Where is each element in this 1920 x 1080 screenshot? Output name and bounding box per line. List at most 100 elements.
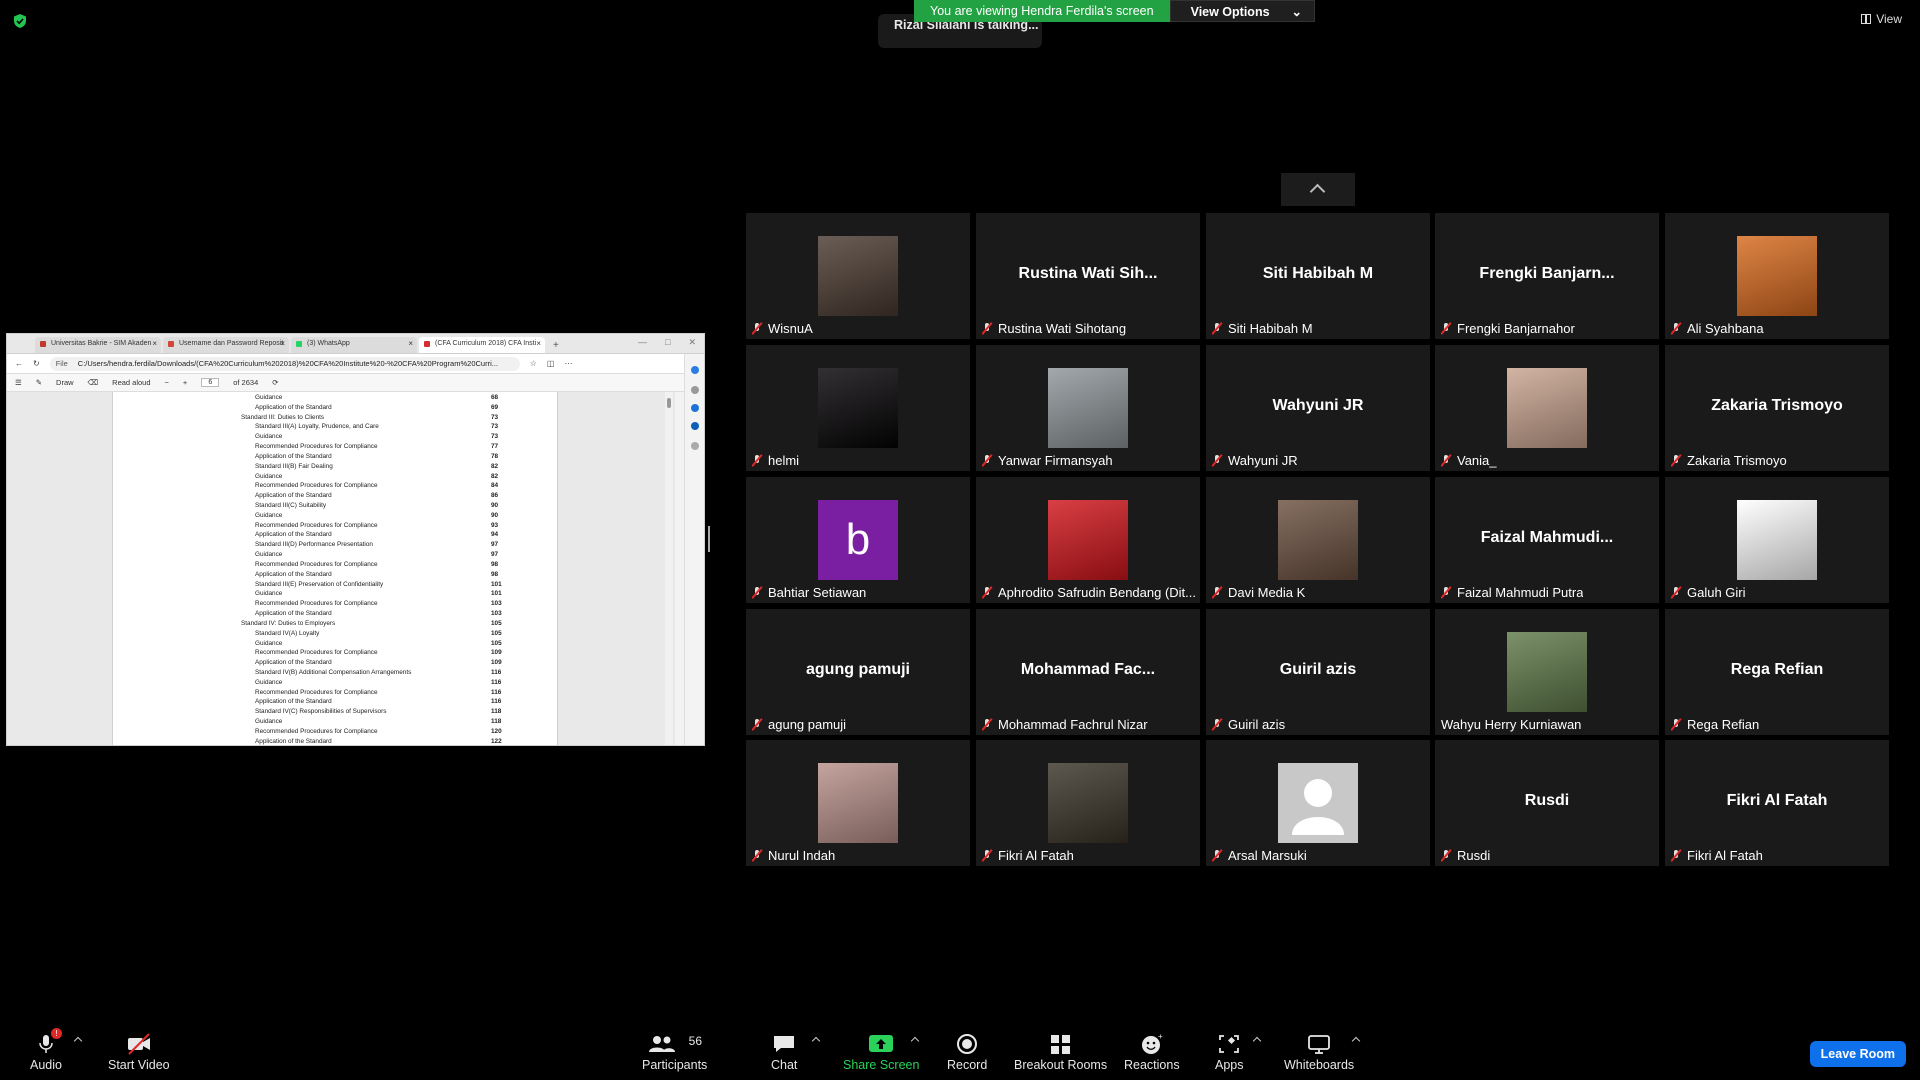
toc-entry[interactable]: Application of the Standard <box>255 404 332 412</box>
toc-entry[interactable]: Guidance <box>255 473 282 481</box>
toc-entry[interactable]: Recommended Procedures for Compliance <box>255 689 378 697</box>
leave-room-button[interactable]: Leave Room <box>1809 1041 1906 1067</box>
toc-entry[interactable]: Standard IV: Duties to Employers <box>241 620 335 628</box>
participant-tile[interactable]: Mohammad Fac... Mohammad Fachrul Nizar <box>976 609 1200 735</box>
toc-entry[interactable]: Standard IV(A) Loyalty <box>255 630 319 638</box>
share-screen-button[interactable]: Share Screen <box>843 1032 919 1072</box>
toc-entry[interactable]: Guidance <box>255 551 282 559</box>
tab-close-icon[interactable]: × <box>408 339 413 348</box>
whiteboards-button[interactable]: Whiteboards <box>1284 1032 1354 1072</box>
muted-mic-icon <box>1441 849 1451 862</box>
toc-entry[interactable]: Guidance <box>255 679 282 687</box>
browser-tab[interactable]: (3) WhatsApp × <box>291 337 417 353</box>
browser-tab[interactable]: Universitas Bakrie - SIM Akaden × <box>35 337 161 353</box>
participant-tile[interactable]: Rustina Wati Sih... Rustina Wati Sihotang <box>976 213 1200 339</box>
toc-entry[interactable]: Standard III(E) Preservation of Confiden… <box>255 581 383 589</box>
toc-entry[interactable]: Application of the Standard <box>255 453 332 461</box>
participant-tile[interactable]: Arsal Marsuki <box>1206 740 1430 866</box>
new-tab-icon[interactable]: + <box>547 340 565 353</box>
participant-tile[interactable]: Fikri Al Fatah <box>976 740 1200 866</box>
toc-entry[interactable]: Guidance <box>255 640 282 648</box>
tab-close-icon[interactable]: × <box>536 339 541 348</box>
participant-tile[interactable]: Vania_ <box>1435 345 1659 471</box>
participant-tile[interactable]: agung pamuji agung pamuji <box>746 609 970 735</box>
start-video-button[interactable]: Start Video <box>108 1032 170 1072</box>
participant-avatar <box>1737 500 1817 580</box>
participant-tile[interactable]: WisnuA <box>746 213 970 339</box>
zoom-out-icon: − <box>164 378 169 387</box>
toc-entry[interactable]: Recommended Procedures for Compliance <box>255 600 378 608</box>
participant-tile[interactable]: Fikri Al Fatah Fikri Al Fatah <box>1665 740 1889 866</box>
reactions-button[interactable]: + Reactions <box>1124 1032 1180 1072</box>
participant-name: Aphrodito Safrudin Bendang (Dit... <box>998 584 1197 600</box>
tab-close-icon[interactable]: × <box>280 339 285 348</box>
toc-entry[interactable]: Standard IV(B) Additional Compensation A… <box>255 669 411 677</box>
participant-tile[interactable]: Wahyu Herry Kurniawan <box>1435 609 1659 735</box>
participant-tile[interactable]: Rega Refian Rega Refian <box>1665 609 1889 735</box>
pdf-toolbar: ☰ ✎ Draw ⌫ Read aloud − + 6 of 2634 ⟳ <box>7 374 704 392</box>
participant-tile[interactable]: Yanwar Firmansyah <box>976 345 1200 471</box>
participant-tile[interactable]: Galuh Giri <box>1665 477 1889 603</box>
apps-button[interactable]: Apps <box>1215 1032 1244 1072</box>
toc-entry[interactable]: Application of the Standard <box>255 659 332 667</box>
participant-tile[interactable]: Ali Syahbana <box>1665 213 1889 339</box>
chat-button[interactable]: Chat <box>771 1032 797 1072</box>
muted-mic-icon <box>752 586 762 599</box>
toc-entry[interactable]: Guidance <box>255 433 282 441</box>
chat-options-caret-icon[interactable] <box>811 1036 821 1046</box>
participant-avatar <box>1278 500 1358 580</box>
toc-entry[interactable]: Guidance <box>255 718 282 726</box>
breakout-rooms-button[interactable]: Breakout Rooms <box>1014 1032 1107 1072</box>
browser-tab[interactable]: Username dan Password Reposit × <box>163 337 289 353</box>
gallery-page-up-button[interactable] <box>1281 173 1355 206</box>
participant-tile[interactable]: Davi Media K <box>1206 477 1430 603</box>
toc-entry[interactable]: Recommended Procedures for Compliance <box>255 482 378 490</box>
view-options-button[interactable]: View Options ⌄ <box>1169 0 1316 22</box>
toc-entry[interactable]: Standard III(A) Loyalty, Prudence, and C… <box>255 423 379 431</box>
view-splitter-handle[interactable] <box>708 526 710 552</box>
toc-entry[interactable]: Application of the Standard <box>255 531 332 539</box>
apps-options-caret-icon[interactable] <box>1252 1036 1262 1046</box>
participant-tile[interactable]: Siti Habibah M Siti Habibah M <box>1206 213 1430 339</box>
toc-entry[interactable]: Guidance <box>255 512 282 520</box>
participant-tile[interactable]: Rusdi Rusdi <box>1435 740 1659 866</box>
toc-entry[interactable]: Standard III: Duties to Clients <box>241 414 324 422</box>
toc-entry[interactable]: Application of the Standard <box>255 571 332 579</box>
toc-entry[interactable]: Guidance <box>255 590 282 598</box>
participant-tile[interactable]: Wahyuni JR Wahyuni JR <box>1206 345 1430 471</box>
toc-entry[interactable]: Standard III(D) Performance Presentation <box>255 541 373 549</box>
record-button[interactable]: Record <box>947 1032 987 1072</box>
tab-close-icon[interactable]: × <box>152 339 157 348</box>
participant-tile[interactable]: Aphrodito Safrudin Bendang (Dit... <box>976 477 1200 603</box>
participant-tile[interactable]: Zakaria Trismoyo Zakaria Trismoyo <box>1665 345 1889 471</box>
toc-entry[interactable]: Standard III(B) Fair Dealing <box>255 463 333 471</box>
audio-options-caret-icon[interactable] <box>73 1036 83 1046</box>
toc-entry[interactable]: Standard III(C) Suitability <box>255 502 326 510</box>
participant-tile[interactable]: b Bahtiar Setiawan <box>746 477 970 603</box>
shared-screen[interactable]: Universitas Bakrie - SIM Akaden × Username… <box>6 333 705 746</box>
participants-button[interactable]: 56 Participants <box>642 1032 707 1072</box>
toc-entry[interactable]: Application of the Standard <box>255 698 332 706</box>
security-shield-icon[interactable] <box>12 13 28 29</box>
participant-tile[interactable]: Faizal Mahmudi... Faizal Mahmudi Putra <box>1435 477 1659 603</box>
apps-label: Apps <box>1215 1058 1244 1072</box>
toc-entry[interactable]: Standard IV(C) Responsibilities of Super… <box>255 708 386 716</box>
participant-tile[interactable]: Nurul Indah <box>746 740 970 866</box>
toc-entry[interactable]: Guidance <box>255 394 282 402</box>
share-screen-label: Share Screen <box>843 1058 920 1072</box>
audio-button[interactable]: ! Audio <box>30 1028 62 1072</box>
toc-entry[interactable]: Recommended Procedures for Compliance <box>255 443 378 451</box>
toc-entry[interactable]: Recommended Procedures for Compliance <box>255 649 378 657</box>
participant-tile[interactable]: helmi <box>746 345 970 471</box>
toc-entry[interactable]: Recommended Procedures for Compliance <box>255 522 378 530</box>
toc-entry[interactable]: Application of the Standard <box>255 610 332 618</box>
browser-tab[interactable]: (CFA Curriculum 2018) CFA Insti × <box>419 337 545 353</box>
participant-tile[interactable]: Guiril azis Guiril azis <box>1206 609 1430 735</box>
pdf-viewer: Guidance 68 Application of the Standard 69 S… <box>7 392 675 745</box>
view-button[interactable]: View <box>1861 12 1902 26</box>
toc-entry[interactable]: Application of the Standard <box>255 738 332 745</box>
toc-entry[interactable]: Recommended Procedures for Compliance <box>255 561 378 569</box>
participant-tile[interactable]: Frengki Banjarn... Frengki Banjarnahor <box>1435 213 1659 339</box>
toc-entry[interactable]: Application of the Standard <box>255 492 332 500</box>
toc-entry[interactable]: Recommended Procedures for Compliance <box>255 728 378 736</box>
